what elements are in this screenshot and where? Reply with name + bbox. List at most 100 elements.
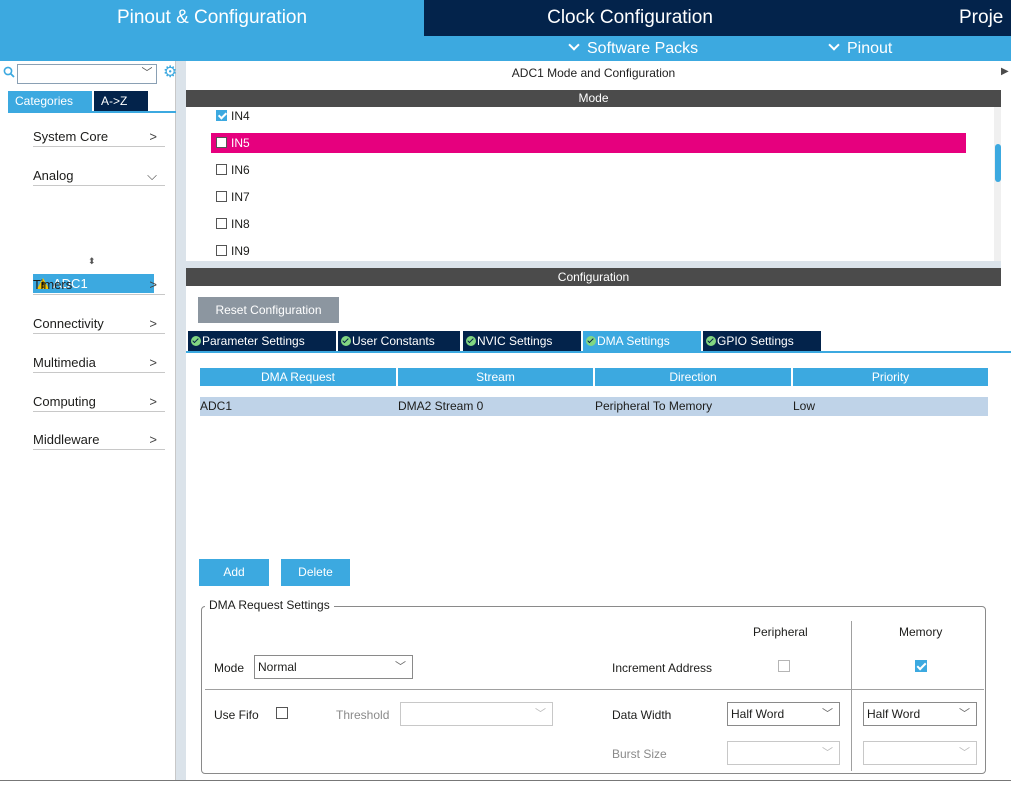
- chevron-down-icon: [568, 39, 580, 51]
- add-button[interactable]: Add: [199, 559, 269, 586]
- chevron-down-icon: ﹀: [535, 708, 546, 720]
- column-header-direction[interactable]: Direction: [595, 368, 791, 386]
- threshold-select[interactable]: ﹀: [400, 702, 553, 726]
- secondary-toolbar: Software Packs Pinout: [0, 36, 1011, 61]
- sidebar-splitter[interactable]: [176, 61, 186, 780]
- sidebar-item-label: Connectivity: [33, 316, 104, 331]
- mode-row-in6[interactable]: IN6: [211, 160, 966, 180]
- sidebar-item-label: Middleware: [33, 432, 100, 447]
- chevron-down-icon: ﹀: [959, 708, 970, 720]
- sidebar-item-analog[interactable]: Analog ⌵: [33, 166, 165, 186]
- panel-title: ADC1 Mode and Configuration: [511, 66, 676, 80]
- check-circle-icon: [466, 336, 476, 346]
- search-icon: [3, 66, 15, 78]
- sidebar-item-computing[interactable]: Computing >: [33, 392, 165, 412]
- sidebar-item-label: System Core: [33, 129, 109, 144]
- checkbox[interactable]: [216, 191, 227, 202]
- table-cell: ADC1: [200, 399, 233, 413]
- sidebar-item-system-core[interactable]: System Core >: [33, 127, 165, 147]
- pinout-menu[interactable]: Pinout: [826, 36, 892, 61]
- peripheral-header: Peripheral: [753, 625, 808, 639]
- checkbox[interactable]: [216, 218, 227, 229]
- software-packs-menu[interactable]: Software Packs: [566, 36, 698, 61]
- chevron-down-icon: ﹀: [395, 661, 406, 673]
- sidebar-item-middleware[interactable]: Middleware >: [33, 430, 165, 450]
- mode-row-in4[interactable]: IN4: [211, 107, 966, 126]
- mode-select[interactable]: Normal ﹀: [254, 655, 413, 679]
- status-bar: [0, 781, 1011, 794]
- sidebar-item-multimedia[interactable]: Multimedia >: [33, 353, 165, 373]
- checkbox[interactable]: [216, 164, 227, 175]
- threshold-label: Threshold: [336, 708, 390, 722]
- gear-icon[interactable]: ⚙: [163, 64, 177, 82]
- use-fifo-checkbox[interactable]: [276, 707, 288, 719]
- tab-project-manager[interactable]: Proje: [837, 0, 1011, 36]
- collapse-arrow-icon[interactable]: ▶: [1001, 66, 1011, 96]
- tab-label: DMA Settings: [597, 334, 670, 348]
- sidebar-item-label: Timers: [33, 277, 73, 292]
- mode-row-in9[interactable]: IN9: [211, 241, 966, 261]
- chevron-right-icon: >: [149, 394, 157, 409]
- burst-size-label: Burst Size: [612, 747, 667, 761]
- sort-icon[interactable]: ⬍: [88, 256, 96, 267]
- data-width-peripheral-select[interactable]: Half Word ﹀: [727, 702, 840, 726]
- check-circle-icon: [706, 336, 716, 346]
- checkbox[interactable]: [216, 245, 227, 256]
- mode-scrollbar[interactable]: [994, 107, 1001, 261]
- sidebar-item-timers[interactable]: Timers >: [33, 275, 165, 295]
- tab-label: Parameter Settings: [202, 334, 305, 348]
- reset-configuration-button[interactable]: Reset Configuration: [198, 297, 339, 323]
- data-width-memory-select[interactable]: Half Word ﹀: [863, 702, 977, 726]
- chevron-right-icon: >: [149, 316, 157, 331]
- tab-dma-settings[interactable]: DMA Settings: [583, 331, 701, 351]
- configuration-tabs: Parameter Settings User Constants NVIC S…: [186, 331, 1011, 353]
- mode-row-in8[interactable]: IN8: [211, 214, 966, 234]
- mode-row-label: IN7: [231, 190, 250, 204]
- increment-address-memory-checkbox[interactable]: [915, 660, 927, 672]
- chevron-down-icon: ﹀: [822, 708, 833, 720]
- mode-row-label: IN9: [231, 244, 250, 258]
- mode-scrollbar-thumb[interactable]: [995, 144, 1001, 182]
- checkbox[interactable]: [216, 110, 227, 121]
- delete-button[interactable]: Delete: [281, 559, 350, 586]
- chevron-right-icon: >: [149, 355, 157, 370]
- panel-splitter[interactable]: [186, 261, 1001, 268]
- tab-label: User Constants: [352, 334, 435, 348]
- chevron-down-icon: ﹀: [959, 747, 970, 759]
- tab-gpio-settings[interactable]: GPIO Settings: [703, 331, 821, 351]
- column-header-dma-request[interactable]: DMA Request: [200, 368, 396, 386]
- burst-size-memory-select[interactable]: ﹀: [863, 741, 977, 765]
- tab-categories[interactable]: Categories: [8, 91, 92, 111]
- adc1-configuration-panel: ADC1 Mode and Configuration ▶ Mode IN4 I…: [186, 61, 1011, 780]
- category-sidebar: ﹀ ⚙ Categories A->Z System Core > Analog…: [0, 61, 177, 780]
- tab-user-constants[interactable]: User Constants: [338, 331, 460, 351]
- tab-pinout-configuration[interactable]: Pinout & Configuration: [0, 0, 424, 36]
- search-input[interactable]: [17, 64, 157, 84]
- table-row[interactable]: ADC1 DMA2 Stream 0 Peripheral To Memory …: [200, 397, 988, 416]
- top-tab-bar: Pinout & Configuration Clock Configurati…: [0, 0, 1011, 36]
- data-width-label: Data Width: [612, 708, 672, 722]
- checkbox[interactable]: [216, 137, 227, 148]
- tab-a-to-z[interactable]: A->Z: [94, 91, 148, 111]
- chevron-down-icon[interactable]: ﹀: [137, 64, 157, 84]
- check-circle-icon: [191, 336, 201, 346]
- column-header-priority[interactable]: Priority: [793, 368, 988, 386]
- chevron-right-icon: >: [149, 432, 157, 447]
- sidebar-item-label: Multimedia: [33, 355, 96, 370]
- tab-parameter-settings[interactable]: Parameter Settings: [188, 331, 336, 351]
- tab-clock-configuration[interactable]: Clock Configuration: [425, 0, 835, 36]
- mode-row-label: IN4: [231, 109, 250, 123]
- table-cell: Low: [793, 399, 816, 413]
- software-packs-label: Software Packs: [587, 40, 699, 57]
- mode-label: Mode: [214, 661, 245, 675]
- mode-value: Normal: [258, 660, 297, 674]
- mode-row-in5[interactable]: IN5: [211, 133, 966, 153]
- burst-size-peripheral-select[interactable]: ﹀: [727, 741, 840, 765]
- sidebar-item-connectivity[interactable]: Connectivity >: [33, 314, 165, 334]
- mode-row-in7[interactable]: IN7: [211, 187, 966, 207]
- increment-address-peripheral-checkbox[interactable]: [778, 660, 790, 672]
- tab-label: GPIO Settings: [717, 334, 794, 348]
- tab-nvic-settings[interactable]: NVIC Settings: [463, 331, 581, 351]
- column-header-stream[interactable]: Stream: [398, 368, 593, 386]
- memory-header: Memory: [899, 625, 943, 639]
